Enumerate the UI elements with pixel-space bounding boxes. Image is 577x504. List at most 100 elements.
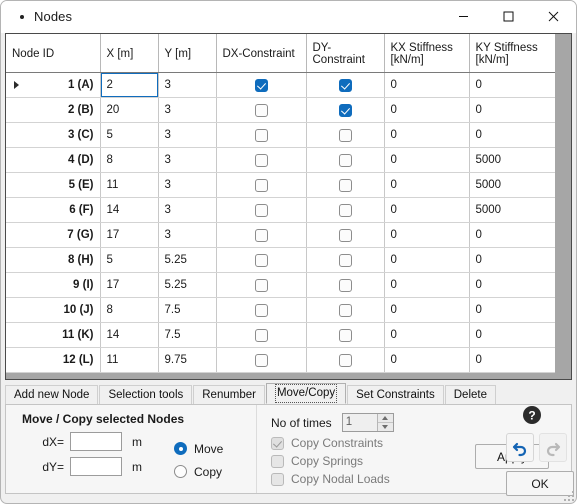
tab-selection-tools[interactable]: Selection tools — [99, 385, 193, 404]
column-header-ky-stiffness[interactable]: KY Stiffness [kN/m] — [469, 34, 559, 73]
cell-dy-constraint[interactable] — [306, 347, 385, 373]
cell-ky-stiffness[interactable]: 5000 — [469, 172, 559, 198]
column-header-dy-constraint[interactable]: DY-Constraint — [306, 34, 385, 73]
checkbox-checked-icon[interactable] — [254, 78, 268, 92]
cell-dx-constraint[interactable] — [216, 147, 307, 173]
cell-kx-stiffness[interactable]: 0 — [384, 347, 470, 373]
resize-grip[interactable] — [564, 491, 574, 501]
cell-y[interactable]: 3 — [158, 197, 217, 223]
checkbox-unchecked-icon[interactable] — [254, 128, 268, 142]
cell-kx-stiffness[interactable]: 0 — [384, 297, 470, 323]
cell-dx-constraint[interactable] — [216, 297, 307, 323]
cell-ky-stiffness[interactable]: 0 — [469, 322, 559, 348]
table-row[interactable]: 7 (G) 17 3 0 0 — [6, 222, 559, 248]
checkbox-unchecked-icon[interactable] — [338, 278, 352, 292]
maximize-icon[interactable] — [486, 1, 531, 32]
cell-x[interactable]: 8 — [100, 147, 159, 173]
radio-copy[interactable]: Copy — [174, 462, 223, 481]
cell-x[interactable]: 8 — [100, 297, 159, 323]
checkbox-unchecked-icon[interactable] — [338, 128, 352, 142]
cell-y[interactable]: 3 — [158, 222, 217, 248]
cell-dy-constraint[interactable] — [306, 172, 385, 198]
cell-ky-stiffness[interactable]: 0 — [469, 72, 559, 98]
checkbox-unchecked-icon[interactable] — [254, 353, 268, 367]
cell-y[interactable]: 3 — [158, 147, 217, 173]
cell-kx-stiffness[interactable]: 0 — [384, 197, 470, 223]
column-header-y[interactable]: Y [m] — [158, 34, 217, 73]
cell-x[interactable]: 20 — [100, 97, 159, 123]
table-row[interactable]: 8 (H) 5 5.25 0 0 — [6, 247, 559, 273]
cell-dx-constraint[interactable] — [216, 122, 307, 148]
cell-kx-stiffness[interactable]: 0 — [384, 122, 470, 148]
cell-node-id[interactable]: 5 (E) — [6, 172, 101, 198]
checkbox-unchecked-icon[interactable] — [254, 103, 268, 117]
cell-x[interactable]: 14 — [100, 322, 159, 348]
checkbox-unchecked-icon[interactable] — [338, 353, 352, 367]
close-icon[interactable] — [531, 1, 576, 32]
table-row[interactable]: 10 (J) 8 7.5 0 0 — [6, 297, 559, 323]
cell-x[interactable]: 2 — [100, 72, 159, 98]
cell-x[interactable]: 11 — [100, 347, 159, 373]
cell-kx-stiffness[interactable]: 0 — [384, 72, 470, 98]
checkbox-unchecked-icon[interactable] — [254, 203, 268, 217]
dx-input[interactable] — [70, 432, 122, 451]
cell-node-id[interactable]: 2 (B) — [6, 97, 101, 123]
cell-dx-constraint[interactable] — [216, 72, 307, 98]
cell-dy-constraint[interactable] — [306, 322, 385, 348]
checkbox-unchecked-icon[interactable] — [254, 278, 268, 292]
cell-ky-stiffness[interactable]: 0 — [469, 297, 559, 323]
stepper-up-icon[interactable] — [377, 414, 393, 423]
cell-dx-constraint[interactable] — [216, 197, 307, 223]
stepper-down-icon[interactable] — [378, 423, 393, 431]
cell-kx-stiffness[interactable]: 0 — [384, 147, 470, 173]
checkbox-unchecked-icon[interactable] — [254, 228, 268, 242]
cell-x[interactable]: 11 — [100, 172, 159, 198]
cell-dy-constraint[interactable] — [306, 272, 385, 298]
cell-node-id[interactable]: 12 (L) — [6, 347, 101, 373]
column-header-kx-stiffness[interactable]: KX Stiffness [kN/m] — [384, 34, 470, 73]
nodes-grid[interactable]: Node ID X [m] Y [m] DX-Constraint DY-Con… — [5, 33, 572, 380]
no-of-times-stepper[interactable]: 1 — [341, 413, 394, 432]
cell-node-id[interactable]: 7 (G) — [6, 222, 101, 248]
checkbox-unchecked-icon[interactable] — [338, 153, 352, 167]
cell-kx-stiffness[interactable]: 0 — [384, 247, 470, 273]
cell-kx-stiffness[interactable]: 0 — [384, 222, 470, 248]
tab-add-new-node[interactable]: Add new Node — [5, 385, 99, 404]
cell-y[interactable]: 7.5 — [158, 322, 217, 348]
cell-x[interactable]: 14 — [100, 197, 159, 223]
cell-dx-constraint[interactable] — [216, 272, 307, 298]
cell-kx-stiffness[interactable]: 0 — [384, 272, 470, 298]
cell-dy-constraint[interactable] — [306, 297, 385, 323]
cell-node-id[interactable]: 9 (I) — [6, 272, 101, 298]
cell-y[interactable]: 3 — [158, 122, 217, 148]
cell-node-id[interactable]: 6 (F) — [6, 197, 101, 223]
cell-node-id[interactable]: 8 (H) — [6, 247, 101, 273]
checkbox-unchecked-icon[interactable] — [338, 328, 352, 342]
column-header-dx-constraint[interactable]: DX-Constraint — [216, 34, 307, 73]
column-header-node-id[interactable]: Node ID — [6, 34, 101, 73]
table-row[interactable]: 6 (F) 14 3 0 5000 — [6, 197, 559, 223]
cell-dx-constraint[interactable] — [216, 247, 307, 273]
radio-move[interactable]: Move — [174, 439, 223, 458]
cell-dx-constraint[interactable] — [216, 222, 307, 248]
cell-node-id[interactable]: 10 (J) — [6, 297, 101, 323]
cell-dy-constraint[interactable] — [306, 97, 385, 123]
table-row[interactable]: 5 (E) 11 3 0 5000 — [6, 172, 559, 198]
cell-node-id[interactable]: 4 (D) — [6, 147, 101, 173]
cell-dy-constraint[interactable] — [306, 197, 385, 223]
table-row[interactable]: 12 (L) 11 9.75 0 0 — [6, 347, 559, 373]
checkbox-unchecked-icon[interactable] — [254, 328, 268, 342]
cell-x[interactable]: 5 — [100, 122, 159, 148]
cell-dy-constraint[interactable] — [306, 72, 385, 98]
table-row[interactable]: 1 (A) 2 3 0 0 — [6, 72, 559, 98]
cell-ky-stiffness[interactable]: 0 — [469, 272, 559, 298]
checkbox-unchecked-icon[interactable] — [254, 153, 268, 167]
cell-y[interactable]: 9.75 — [158, 347, 217, 373]
cell-y[interactable]: 3 — [158, 97, 217, 123]
checkbox-unchecked-icon[interactable] — [254, 178, 268, 192]
table-row[interactable]: 11 (K) 14 7.5 0 0 — [6, 322, 559, 348]
cell-y[interactable]: 3 — [158, 72, 217, 98]
column-header-x[interactable]: X [m] — [100, 34, 159, 73]
cell-kx-stiffness[interactable]: 0 — [384, 97, 470, 123]
checkbox-unchecked-icon[interactable] — [338, 303, 352, 317]
